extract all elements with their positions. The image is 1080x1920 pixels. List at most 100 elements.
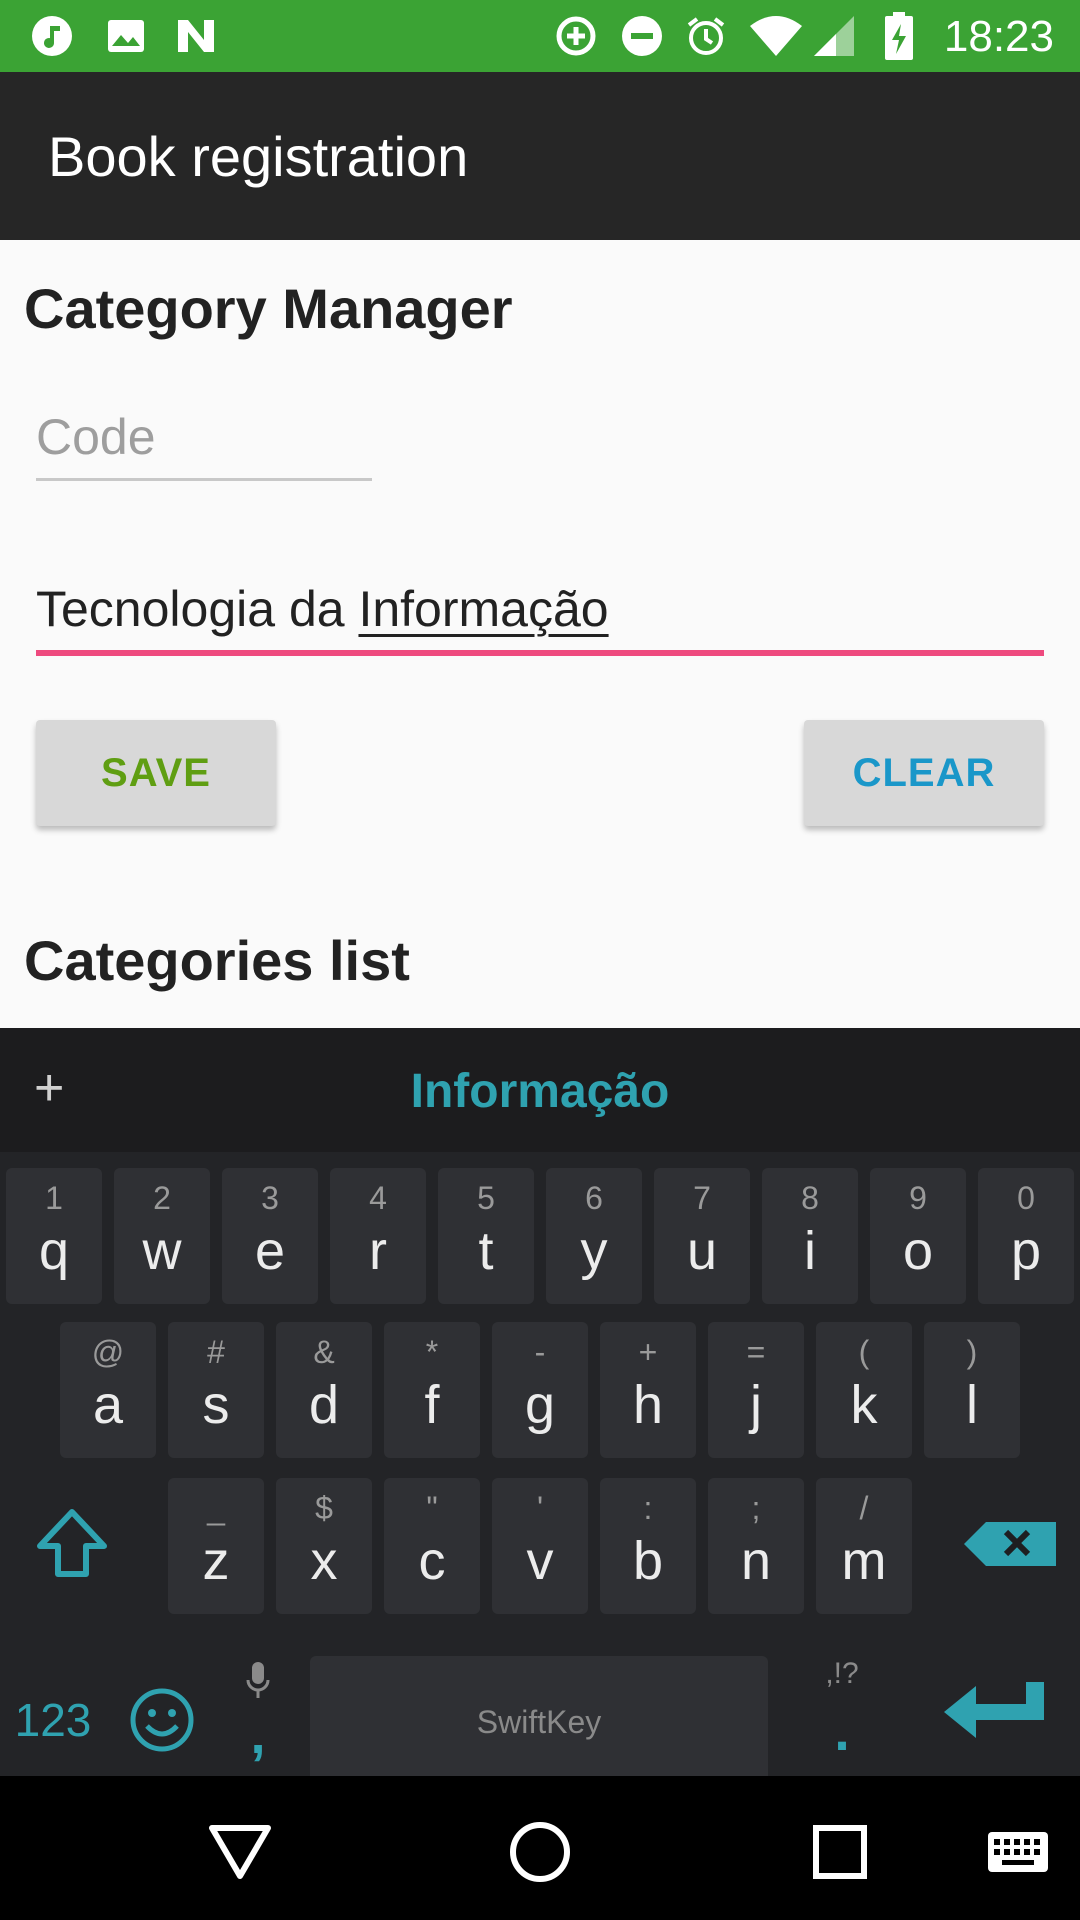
key-label: o bbox=[902, 1221, 934, 1281]
key-secondary-label: 3 bbox=[261, 1180, 279, 1216]
key-o[interactable]: 9o bbox=[870, 1168, 966, 1304]
key-v[interactable]: ' v bbox=[492, 1478, 588, 1614]
category-manager-heading: Category Manager bbox=[24, 277, 513, 340]
key-label: b bbox=[632, 1531, 664, 1591]
key-secondary-label: 8 bbox=[801, 1180, 819, 1216]
do-not-disturb-icon bbox=[620, 14, 664, 58]
image-icon bbox=[104, 14, 148, 58]
key-label: k bbox=[850, 1375, 878, 1435]
key-e[interactable]: 3e bbox=[222, 1168, 318, 1304]
key-x[interactable]: $ x bbox=[276, 1478, 372, 1614]
key-y[interactable]: 6y bbox=[546, 1168, 642, 1304]
key-h[interactable]: + h bbox=[600, 1322, 696, 1458]
recents-square-icon[interactable] bbox=[800, 1812, 880, 1892]
back-triangle-icon[interactable] bbox=[200, 1812, 280, 1892]
key-secondary-label: : bbox=[643, 1490, 653, 1526]
key-z[interactable]: _ z bbox=[168, 1478, 264, 1614]
key-label: f bbox=[424, 1375, 440, 1435]
spacebar[interactable]: SwiftKey bbox=[310, 1656, 768, 1788]
key-secondary-label: 0 bbox=[1017, 1180, 1035, 1216]
key-secondary-label: * bbox=[425, 1334, 439, 1370]
key-n[interactable]: ; n bbox=[708, 1478, 804, 1614]
key-secondary-label: 7 bbox=[693, 1180, 711, 1216]
wifi-icon bbox=[748, 14, 804, 58]
key-label: z bbox=[202, 1531, 230, 1591]
key-secondary-label: 9 bbox=[909, 1180, 927, 1216]
key-secondary-label: 4 bbox=[369, 1180, 387, 1216]
key-l[interactable]: ) l bbox=[924, 1322, 1020, 1458]
signal-icon bbox=[812, 14, 856, 58]
key-q[interactable]: 1q bbox=[6, 1168, 102, 1304]
battery-charging-icon bbox=[882, 12, 916, 60]
numbers-key[interactable]: 123 bbox=[8, 1670, 98, 1770]
key-j[interactable]: = j bbox=[708, 1322, 804, 1458]
key-label: j bbox=[750, 1375, 762, 1435]
comma-key[interactable]: , bbox=[238, 1700, 278, 1770]
key-secondary-label: ) bbox=[966, 1334, 978, 1370]
key-secondary-label: & bbox=[313, 1334, 335, 1370]
key-s[interactable]: # s bbox=[168, 1322, 264, 1458]
key-label: i bbox=[804, 1221, 816, 1281]
key-c[interactable]: " c bbox=[384, 1478, 480, 1614]
key-label: v bbox=[526, 1531, 554, 1591]
key-secondary-label: + bbox=[638, 1334, 658, 1370]
key-f[interactable]: * f bbox=[384, 1322, 480, 1458]
app-title: Book registration bbox=[48, 125, 469, 188]
key-secondary-label: ; bbox=[751, 1490, 761, 1526]
key-secondary-label: / bbox=[859, 1490, 869, 1526]
status-bar: 18:23 bbox=[0, 0, 1080, 72]
period-key[interactable]: . bbox=[812, 1690, 872, 1770]
key-b[interactable]: :b bbox=[600, 1478, 696, 1614]
key-secondary-label: _ bbox=[207, 1490, 225, 1526]
emoji-key-icon[interactable] bbox=[124, 1670, 200, 1770]
backspace-key-icon[interactable] bbox=[960, 1508, 1060, 1580]
key-secondary-label: ' bbox=[536, 1490, 544, 1526]
category-name-value: Tecnologia da Informação bbox=[36, 580, 1044, 638]
key-label: t bbox=[478, 1221, 494, 1281]
swiftkey-keyboard: + Informação 123 , SwiftKey ,!? . 1q2w3e… bbox=[0, 1028, 1080, 1788]
app-bar: Book registration bbox=[0, 72, 1080, 240]
keyboard-switch-icon[interactable] bbox=[982, 1812, 1054, 1892]
home-circle-icon[interactable] bbox=[500, 1812, 580, 1892]
category-name-field[interactable]: Tecnologia da Informação bbox=[36, 580, 1044, 658]
key-u[interactable]: 7u bbox=[654, 1168, 750, 1304]
key-secondary-label: 6 bbox=[585, 1180, 603, 1216]
key-secondary-label: @ bbox=[91, 1334, 125, 1370]
key-a[interactable]: @ a bbox=[60, 1322, 156, 1458]
key-k[interactable]: (k bbox=[816, 1322, 912, 1458]
key-label: l bbox=[966, 1375, 978, 1435]
key-secondary-label: $ bbox=[315, 1490, 333, 1526]
code-field[interactable]: Code bbox=[36, 408, 372, 484]
clear-button[interactable]: CLEAR bbox=[804, 720, 1044, 826]
key-label: m bbox=[841, 1531, 887, 1591]
key-label: s bbox=[202, 1375, 230, 1435]
key-label: r bbox=[369, 1221, 387, 1281]
key-r[interactable]: 4r bbox=[330, 1168, 426, 1304]
key-label: h bbox=[632, 1375, 664, 1435]
microphone-icon[interactable] bbox=[238, 1658, 278, 1702]
key-label: x bbox=[310, 1531, 338, 1591]
alarm-icon bbox=[684, 14, 728, 58]
key-t[interactable]: 5t bbox=[438, 1168, 534, 1304]
category-name-text: Tecnologia da bbox=[36, 581, 359, 637]
key-w[interactable]: 2w bbox=[114, 1168, 210, 1304]
suggestion-bar: + Informação bbox=[0, 1028, 1080, 1152]
composing-word: Informação bbox=[358, 581, 609, 637]
save-button[interactable]: SAVE bbox=[36, 720, 276, 826]
key-d[interactable]: & d bbox=[276, 1322, 372, 1458]
key-g[interactable]: -g bbox=[492, 1322, 588, 1458]
key-secondary-label: 1 bbox=[45, 1180, 63, 1216]
key-m[interactable]: / m bbox=[816, 1478, 912, 1614]
key-label: d bbox=[308, 1375, 340, 1435]
swiftkey-logo: SwiftKey bbox=[476, 1704, 602, 1740]
key-i[interactable]: 8i bbox=[762, 1168, 858, 1304]
key-p[interactable]: 0p bbox=[978, 1168, 1074, 1304]
punctuation-hint: ,!? bbox=[825, 1657, 859, 1690]
key-label: g bbox=[524, 1375, 556, 1435]
word-suggestion[interactable]: Informação bbox=[0, 1064, 1080, 1119]
key-label: q bbox=[38, 1221, 70, 1281]
shift-key-icon[interactable] bbox=[24, 1496, 120, 1592]
enter-key-icon[interactable] bbox=[936, 1672, 1056, 1752]
key-secondary-label: ( bbox=[858, 1334, 870, 1370]
clock-time: 18:23 bbox=[943, 12, 1054, 61]
